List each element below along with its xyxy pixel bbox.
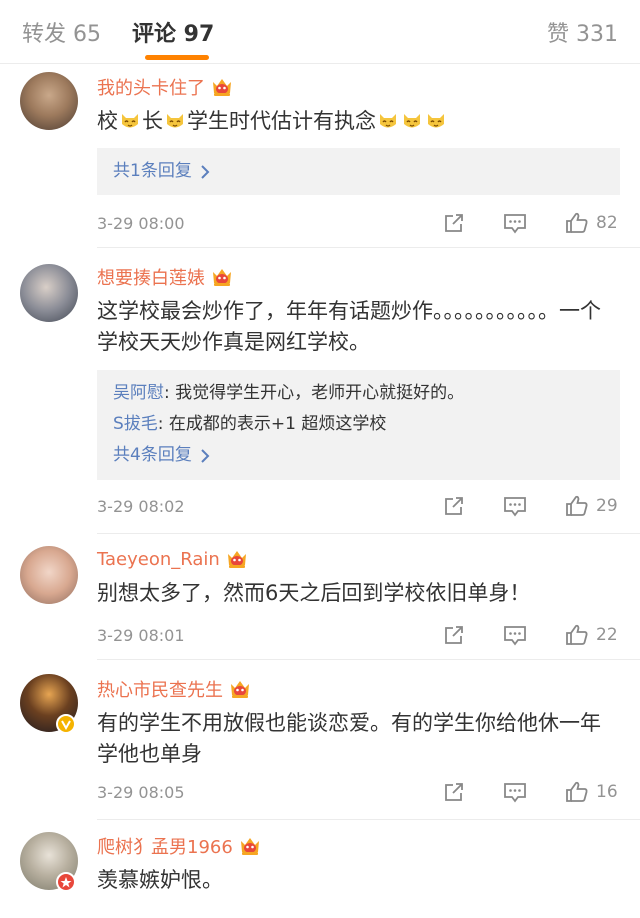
cat-emoji-icon xyxy=(164,111,186,131)
cat-emoji-icon xyxy=(119,111,141,131)
username[interactable]: 爬树犭孟男1966 xyxy=(97,833,233,859)
avatar[interactable] xyxy=(20,264,78,322)
comment-item: 我的头卡住了 校长学生时代估计有执念 共1条回复 3-29 08:00 82 xyxy=(0,64,640,248)
like-button[interactable]: 29 xyxy=(564,494,620,518)
comment-text: 别想太多了，然而6天之后回到学校依旧单身！ xyxy=(97,581,531,605)
active-tab-indicator xyxy=(145,55,209,60)
cat-emoji-icon xyxy=(377,111,399,131)
like-count: 82 xyxy=(596,213,618,233)
comment-icon[interactable] xyxy=(502,494,528,518)
crown-badge-icon xyxy=(226,549,248,569)
comment-icon[interactable] xyxy=(502,211,528,235)
avatar[interactable] xyxy=(20,72,78,130)
comment-item: 想要揍白莲婊 这学校最会炒作了，年年有话题炒作。。。。。。。。。。。一个学校天天… xyxy=(0,248,640,534)
username[interactable]: 热心市民查先生 xyxy=(97,676,223,702)
cat-emoji-icon xyxy=(425,111,447,131)
like-button[interactable]: 16 xyxy=(564,780,620,804)
like-button[interactable]: 82 xyxy=(564,211,620,235)
comment-item: 热心市民查先生 有的学生不用放假也能谈恋爱。有的学生你给他休一年学他也单身 3-… xyxy=(0,660,640,820)
share-icon[interactable] xyxy=(442,780,466,804)
comment-text: 校长学生时代估计有执念 xyxy=(97,106,617,137)
username[interactable]: Taeyeon_Rain xyxy=(97,549,220,570)
reply-box[interactable]: 吴阿慰: 我觉得学生开心，老师开心就挺好的。 S拔毛: 在成都的表示+1 超烦这… xyxy=(97,370,620,480)
reply-box[interactable]: 共1条回复 xyxy=(97,148,620,195)
reply-item[interactable]: S拔毛: 在成都的表示+1 超烦这学校 xyxy=(113,409,604,440)
reply-user[interactable]: S拔毛 xyxy=(113,414,158,434)
like-count: 16 xyxy=(596,782,618,802)
chevron-right-icon xyxy=(200,164,210,180)
like-icon[interactable] xyxy=(564,494,590,518)
verified-icon xyxy=(56,714,76,734)
like-button[interactable]: 22 xyxy=(564,623,620,647)
reply-user[interactable]: 吴阿慰 xyxy=(113,383,164,403)
crown-badge-icon xyxy=(211,267,233,287)
reply-more-link[interactable]: 共4条回复 xyxy=(113,440,604,471)
comment-icon[interactable] xyxy=(502,780,528,804)
tab-repost[interactable]: 转发 65 xyxy=(22,16,101,48)
comment-time: 3-29 08:00 xyxy=(97,213,185,233)
crown-badge-icon xyxy=(229,679,251,699)
like-icon[interactable] xyxy=(564,211,590,235)
like-icon[interactable] xyxy=(564,780,590,804)
share-icon[interactable] xyxy=(442,494,466,518)
comment-time: 3-29 08:05 xyxy=(97,782,185,802)
username[interactable]: 想要揍白莲婊 xyxy=(97,264,205,290)
tab-likes[interactable]: 赞 331 xyxy=(547,16,618,48)
comment-item: Taeyeon_Rain 别想太多了，然而6天之后回到学校依旧单身！ 3-29 … xyxy=(0,534,640,660)
like-icon[interactable] xyxy=(564,623,590,647)
crown-badge-icon xyxy=(211,77,233,97)
crown-badge-icon xyxy=(239,836,261,856)
like-count: 22 xyxy=(596,625,618,645)
comment-time: 3-29 08:01 xyxy=(97,625,185,645)
comment-icon[interactable] xyxy=(502,623,528,647)
comment-text: 这学校最会炒作了，年年有话题炒作。。。。。。。。。。。一个学校天天炒作真是网红学… xyxy=(97,299,601,354)
chevron-right-icon xyxy=(200,448,210,464)
avatar[interactable] xyxy=(20,546,78,604)
comment-item: 爬树犭孟男1966 羡慕嫉妒恨。 xyxy=(0,820,640,918)
tab-comments[interactable]: 评论 97 xyxy=(132,16,214,48)
cat-emoji-icon xyxy=(401,111,423,131)
comment-text: 羡慕嫉妒恨。 xyxy=(97,868,223,892)
share-icon[interactable] xyxy=(442,211,466,235)
comment-text: 有的学生不用放假也能谈恋爱。有的学生你给他休一年学他也单身 xyxy=(97,711,601,766)
like-count: 29 xyxy=(596,496,618,516)
share-icon[interactable] xyxy=(442,623,466,647)
comment-tabs: 转发 65 评论 97 赞 331 xyxy=(0,0,640,64)
comment-time: 3-29 08:02 xyxy=(97,496,185,516)
username[interactable]: 我的头卡住了 xyxy=(97,74,205,100)
reply-item[interactable]: 吴阿慰: 我觉得学生开心，老师开心就挺好的。 xyxy=(113,378,604,409)
member-badge-icon xyxy=(56,872,76,892)
reply-more-link[interactable]: 共1条回复 xyxy=(113,156,604,187)
